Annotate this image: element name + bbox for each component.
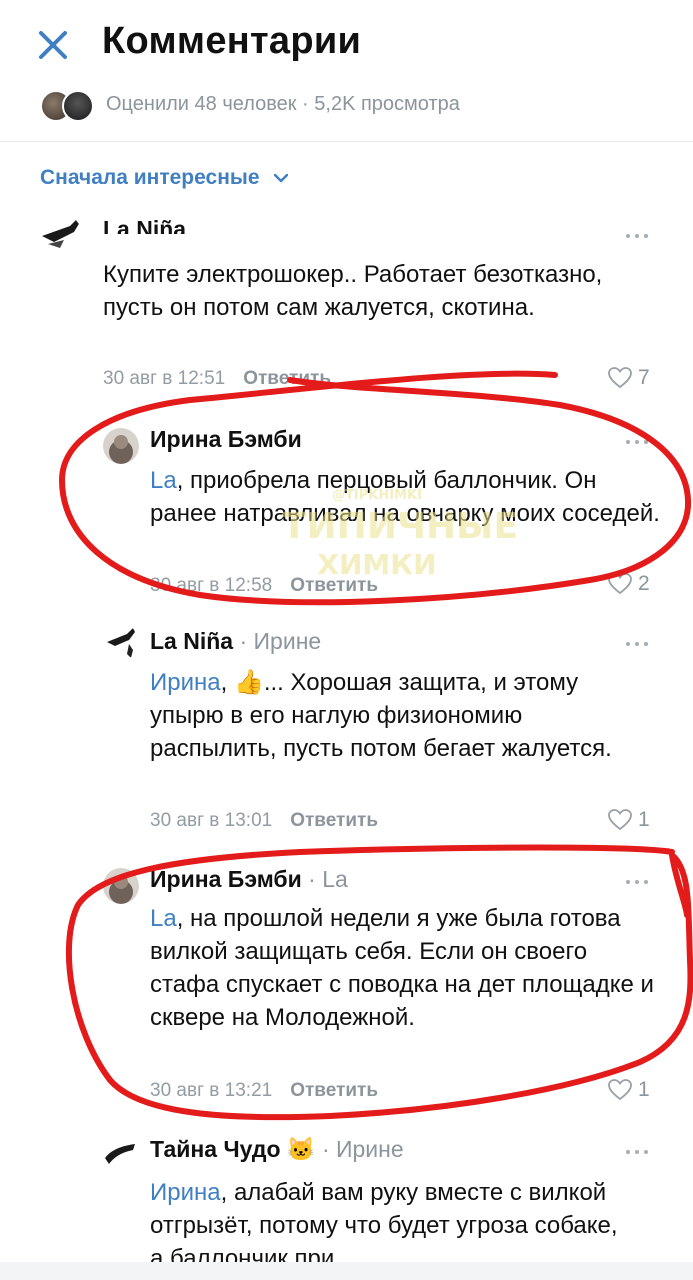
comment-author[interactable]: Ирина Бэмби · La: [150, 866, 348, 893]
comment-meta: 30 авг в 12:51 Ответить: [103, 368, 331, 390]
comment-meta: 30 авг в 13:01 Ответить: [150, 810, 378, 832]
heart-icon: [608, 367, 632, 389]
reply-button[interactable]: Ответить: [290, 810, 378, 831]
author-name[interactable]: Ирина Бэмби: [150, 866, 302, 892]
mention-link[interactable]: Ирина: [150, 669, 221, 696]
reply-to-label[interactable]: · Ирине: [322, 1136, 404, 1162]
author-name[interactable]: Тайна Чудо 🐱: [150, 1136, 316, 1162]
mention-link[interactable]: La: [150, 905, 177, 932]
comment-body: , на прошлой недели я уже была готова ви…: [150, 905, 654, 1031]
comment-reply: Ирина Бэмби · La La, на прошлой недели я…: [0, 862, 693, 1112]
reply-button[interactable]: Ответить: [243, 368, 331, 389]
avatar: [62, 90, 94, 122]
comment-time: 30 авг в 13:21: [150, 1080, 273, 1101]
header: Комментарии Оценили 48 человек · 5,2K пр…: [0, 0, 693, 140]
divider: [0, 141, 693, 142]
likes-count-text: Оценили 48 человек · 5,2K просмотра: [106, 92, 460, 115]
comment-reply: Тайна Чудо 🐱 · Ирине Ирина, алабай вам р…: [0, 1132, 693, 1262]
comment-author[interactable]: Тайна Чудо 🐱 · Ирине: [150, 1136, 404, 1163]
avatar[interactable]: [40, 214, 82, 256]
comment-body: , алабай вам руку вместе с вилкой отгрыз…: [150, 1179, 618, 1262]
comment-body: , приобрела перцовый баллончик. Он ранее…: [150, 467, 660, 527]
more-options-icon[interactable]: [626, 640, 650, 648]
avatar[interactable]: [103, 868, 139, 904]
chevron-down-icon: [273, 173, 288, 183]
more-options-icon[interactable]: [626, 878, 650, 886]
comment-author[interactable]: La Niña · Ирине: [150, 628, 321, 655]
like-button[interactable]: 7: [608, 366, 650, 390]
comment-text: Ирина, 👍... Хорошая защита, и этому упыр…: [150, 666, 640, 765]
more-options-icon[interactable]: [626, 232, 650, 240]
page-title: Комментарии: [102, 20, 362, 62]
comment: La Niña Купите электрошокер.. Работает б…: [0, 208, 693, 398]
comment-time: 30 авг в 13:01: [150, 810, 273, 831]
comment-text: La, на прошлой недели я уже была готова …: [150, 902, 655, 1034]
avatar[interactable]: [103, 624, 139, 660]
reply-to-label[interactable]: · La: [308, 866, 348, 892]
reply-to-label[interactable]: · Ирине: [239, 628, 321, 654]
like-button[interactable]: 2: [608, 572, 650, 596]
comment-meta: 30 авг в 12:58 Ответить: [150, 575, 378, 597]
reply-button[interactable]: Ответить: [290, 1080, 378, 1101]
close-icon[interactable]: [36, 28, 70, 62]
bottom-edge: [0, 1262, 693, 1280]
comment-reply: La Niña · Ирине Ирина, 👍... Хорошая защи…: [0, 624, 693, 844]
like-count: 7: [638, 366, 650, 389]
comment-time: 30 авг в 12:51: [103, 368, 226, 389]
comment-author[interactable]: La Niña: [103, 216, 186, 234]
sort-label: Сначала интересные: [40, 166, 260, 189]
liker-avatars: [40, 88, 94, 122]
sort-dropdown[interactable]: Сначала интересные: [40, 166, 288, 190]
like-button[interactable]: 1: [608, 1078, 650, 1102]
heart-icon: [608, 1079, 632, 1101]
comment-time: 30 авг в 12:58: [150, 575, 273, 596]
more-options-icon[interactable]: [626, 1148, 650, 1156]
like-count: 2: [638, 572, 650, 595]
heart-icon: [608, 573, 632, 595]
likes-summary[interactable]: Оценили 48 человек · 5,2K просмотра: [40, 88, 460, 122]
author-name[interactable]: La Niña: [150, 628, 233, 654]
comment-text: Купите электрошокер.. Работает безотказн…: [103, 261, 603, 321]
avatar[interactable]: [103, 428, 139, 464]
avatar[interactable]: [103, 1136, 139, 1172]
reply-button[interactable]: Ответить: [290, 575, 378, 596]
like-count: 1: [638, 1078, 650, 1101]
heart-icon: [608, 809, 632, 831]
like-count: 1: [638, 808, 650, 831]
mention-link[interactable]: Ирина: [150, 1179, 221, 1206]
comment-reply: Ирина Бэмби La, приобрела перцовый балло…: [0, 420, 693, 610]
comment-author[interactable]: Ирина Бэмби: [150, 426, 302, 453]
mention-link[interactable]: La: [150, 467, 177, 494]
comment-meta: 30 авг в 13:21 Ответить: [150, 1080, 378, 1102]
comment-text: Ирина, алабай вам руку вместе с вилкой о…: [150, 1176, 630, 1262]
more-options-icon[interactable]: [626, 438, 650, 446]
comment-text: La, приобрела перцовый баллончик. Он ран…: [150, 464, 660, 530]
like-button[interactable]: 1: [608, 808, 650, 832]
